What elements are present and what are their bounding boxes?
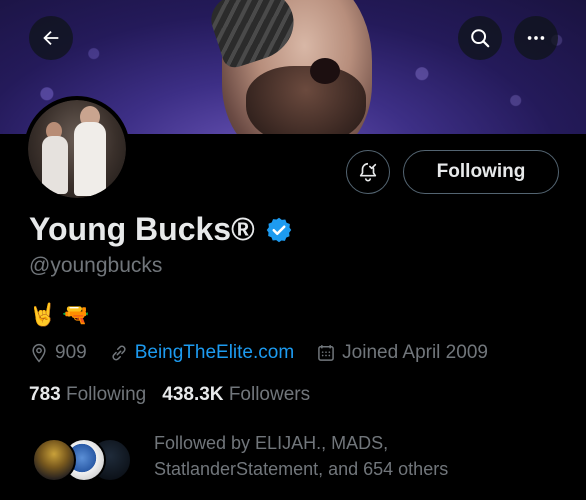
joined-item: Joined April 2009 xyxy=(316,342,488,364)
followers-you-know[interactable]: Followed by ELIJAH., MADS, StatlanderSta… xyxy=(28,433,558,484)
more-button[interactable] xyxy=(514,16,558,60)
back-button[interactable] xyxy=(29,16,73,60)
search-icon xyxy=(471,29,490,48)
mini-avatar-1 xyxy=(32,438,76,482)
display-name: Young Bucks® xyxy=(29,211,255,247)
bio: 🤘 🔫 xyxy=(29,302,90,328)
verified-badge-icon[interactable] xyxy=(265,216,293,244)
bio-emoji-water-gun: 🔫 xyxy=(62,302,90,327)
website-link[interactable]: BeingTheElite.com xyxy=(135,342,294,364)
followed-by-line-2: StatlanderStatement, and 654 others xyxy=(154,459,449,479)
location-item: 909 xyxy=(29,342,87,364)
more-horizontal-icon xyxy=(527,36,545,40)
following-count: 783 xyxy=(29,384,61,405)
location-text: 909 xyxy=(55,342,87,363)
following-stat[interactable]: 783 Following xyxy=(29,384,146,406)
arrow-left-icon xyxy=(43,30,59,46)
followers-count: 438.3K xyxy=(162,384,224,405)
profile-meta: 909 BeingTheElite.com Joined April 2009 xyxy=(29,342,488,364)
followers-label: Followers xyxy=(228,384,311,405)
notifications-button[interactable] xyxy=(346,150,390,194)
avatar-person-left xyxy=(42,136,68,194)
display-name-row: Young Bucks® xyxy=(29,211,293,248)
avatar-photo xyxy=(28,100,126,198)
search-button[interactable] xyxy=(458,16,502,60)
website-item[interactable]: BeingTheElite.com xyxy=(109,342,294,364)
link-icon xyxy=(112,345,126,361)
banner-beard xyxy=(246,66,366,134)
following-label: Following xyxy=(65,384,147,405)
bell-check-icon xyxy=(359,162,377,182)
followed-by-text: Followed by ELIJAH., MADS, StatlanderSta… xyxy=(154,430,554,482)
bio-emoji-rock: 🤘 xyxy=(29,302,57,327)
calendar-icon xyxy=(318,345,335,361)
followed-by-line-1: Followed by ELIJAH., MADS, xyxy=(154,433,389,453)
following-button[interactable]: Following xyxy=(403,150,559,194)
profile-avatar[interactable] xyxy=(24,96,130,202)
joined-text: Joined April 2009 xyxy=(342,342,488,363)
followers-stat[interactable]: 438.3K Followers xyxy=(162,384,310,406)
location-pin-icon xyxy=(32,343,46,363)
avatar-person-right xyxy=(74,122,106,196)
user-handle: @youngbucks xyxy=(29,254,163,277)
follow-stats: 783 Following 438.3K Followers xyxy=(29,384,310,406)
banner-mouth xyxy=(310,58,340,84)
